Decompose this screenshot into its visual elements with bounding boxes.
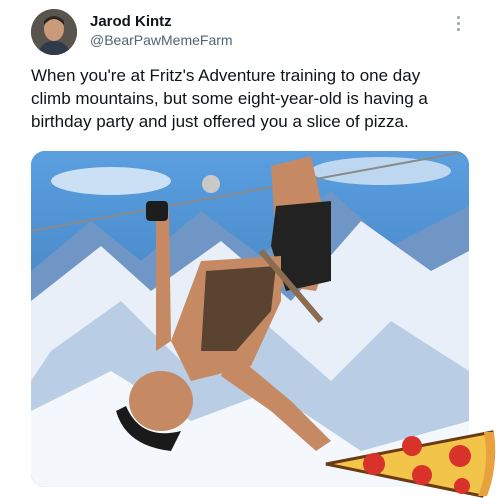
author-name[interactable]: Jarod Kintz: [90, 13, 172, 30]
avatar-photo: [31, 9, 77, 55]
pizza-slice-sticker: [325, 430, 496, 498]
tweet-text: When you're at Fritz's Adventure trainin…: [31, 66, 428, 131]
author-avatar[interactable]: [31, 9, 77, 55]
author-handle[interactable]: @BearPawMemeFarm: [90, 32, 233, 48]
more-options-icon[interactable]: [452, 16, 464, 36]
